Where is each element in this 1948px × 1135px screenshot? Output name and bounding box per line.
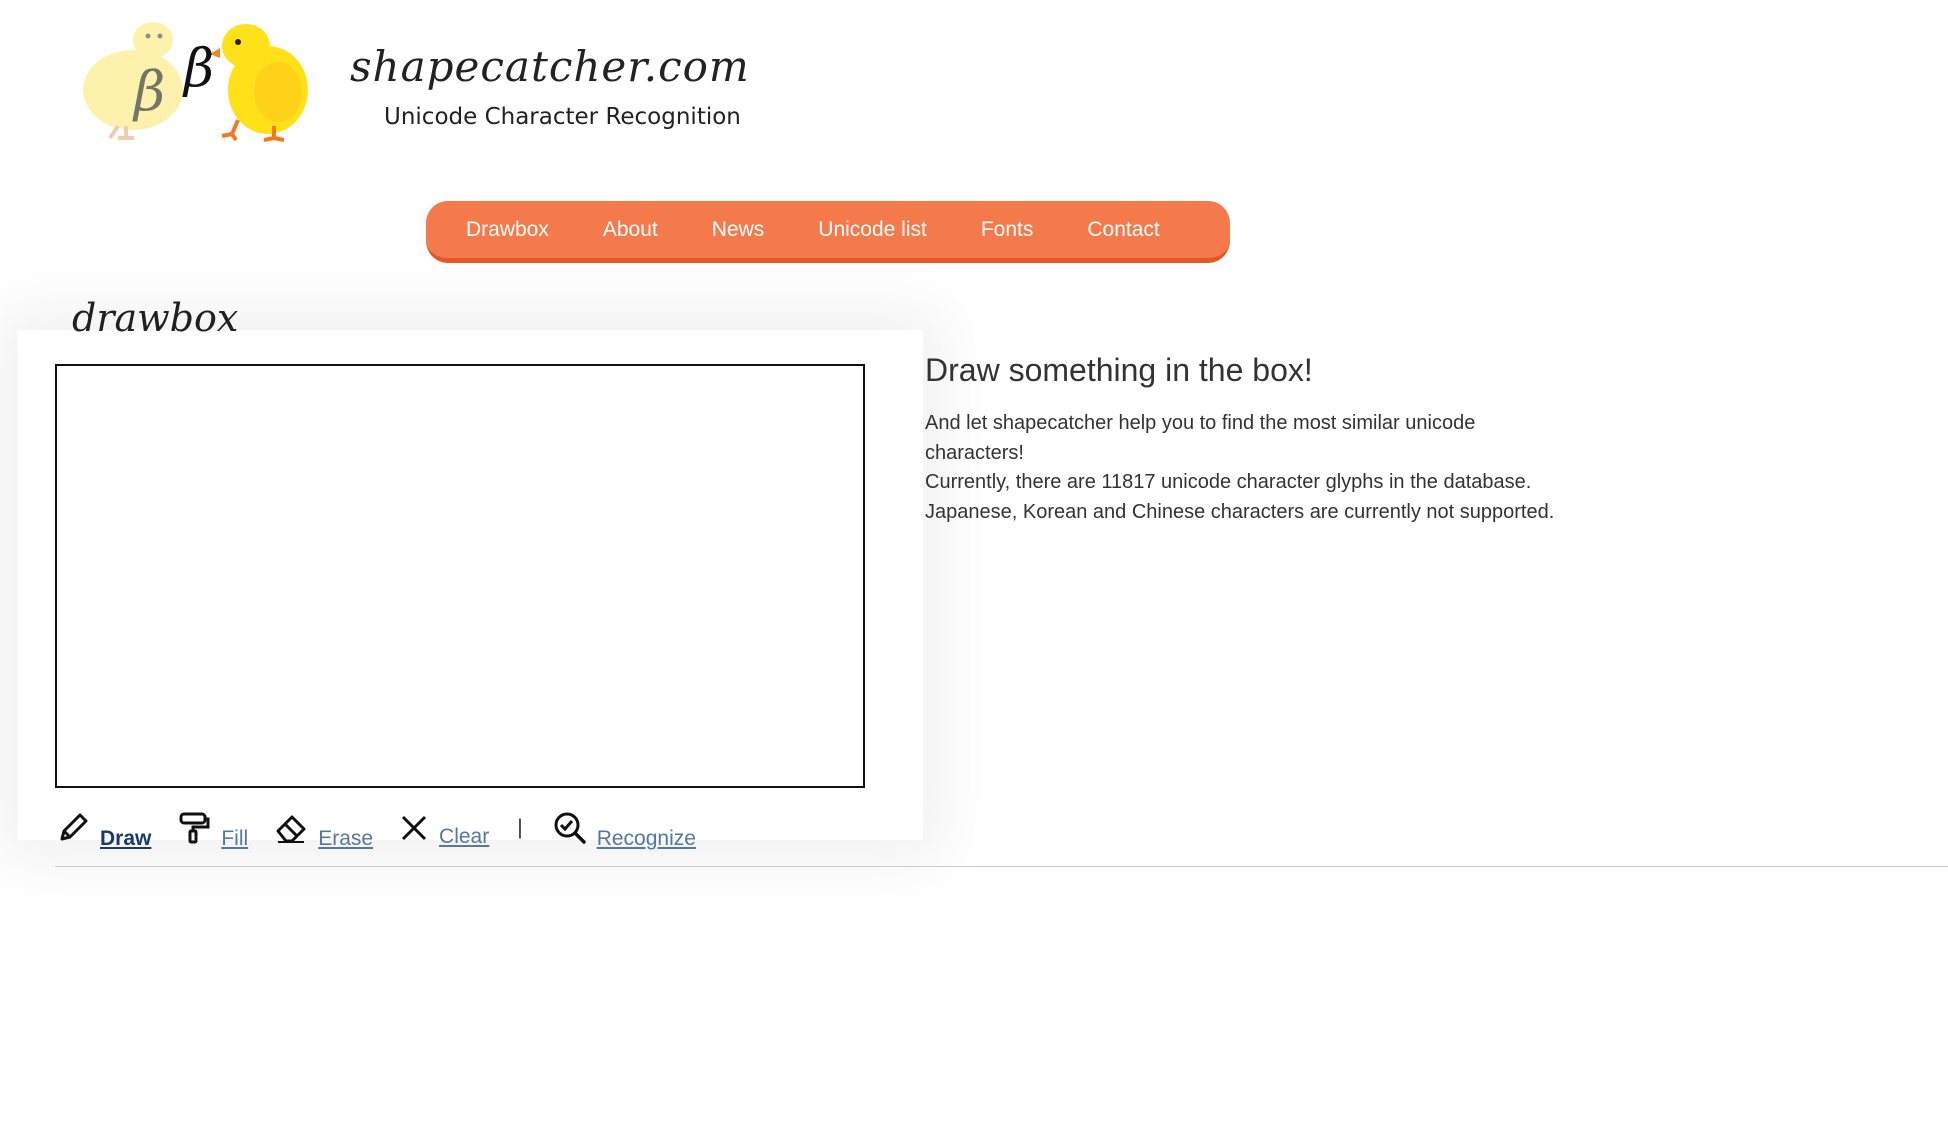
divider — [55, 866, 1948, 867]
nav-about[interactable]: About — [603, 218, 658, 242]
paint-roller-icon — [179, 812, 210, 844]
info-line-2: Currently, there are 11817 unicode chara… — [925, 471, 1532, 493]
info-heading: Draw something in the box! — [925, 352, 1313, 388]
search-check-icon — [554, 812, 586, 844]
clear-button[interactable]: Clear — [439, 825, 489, 849]
info-line-3: Japanese, Korean and Chinese characters … — [925, 500, 1555, 523]
draw-button[interactable]: Draw — [100, 827, 151, 851]
clear-tool[interactable]: Clear — [399, 813, 489, 848]
drawing-canvas[interactable] — [55, 364, 865, 788]
nav-unicode-list[interactable]: Unicode list — [818, 218, 927, 242]
info-text: And let shapecatcher help you to find th… — [925, 409, 1565, 527]
site-subtitle: Unicode Character Recognition — [384, 104, 741, 130]
info-line-1: And let shapecatcher help you to find th… — [925, 412, 1476, 464]
nav-contact[interactable]: Contact — [1087, 218, 1159, 242]
info-panel: Draw something in the box! And let shape… — [925, 352, 1925, 527]
erase-tool[interactable]: Erase — [274, 811, 373, 850]
nav-news[interactable]: News — [712, 218, 765, 242]
logo-glyph: β — [182, 39, 214, 99]
nav-drawbox[interactable]: Drawbox — [466, 218, 549, 242]
site-name: shapecatcher.com — [350, 42, 750, 91]
chicks-logo-icon: β β — [83, 22, 308, 142]
draw-tool[interactable]: Draw — [56, 811, 151, 850]
main-nav: Drawbox About News Unicode list Fonts Co… — [426, 201, 1230, 263]
drawing-toolbar: Draw Fill Erase Clear | Recognize — [56, 806, 696, 850]
eraser-icon — [276, 815, 306, 843]
fill-button[interactable]: Fill — [221, 827, 248, 851]
recognize-button[interactable]: Recognize — [597, 827, 696, 851]
recognize-tool[interactable]: Recognize — [553, 811, 696, 850]
erase-button[interactable]: Erase — [318, 827, 373, 851]
pencil-icon — [60, 813, 88, 841]
logo: β β — [78, 18, 318, 158]
close-icon — [401, 815, 427, 841]
logo-glyph-faded: β — [132, 60, 165, 123]
nav-fonts[interactable]: Fonts — [981, 218, 1034, 242]
fill-tool[interactable]: Fill — [177, 811, 248, 850]
toolbar-separator: | — [517, 816, 523, 839]
